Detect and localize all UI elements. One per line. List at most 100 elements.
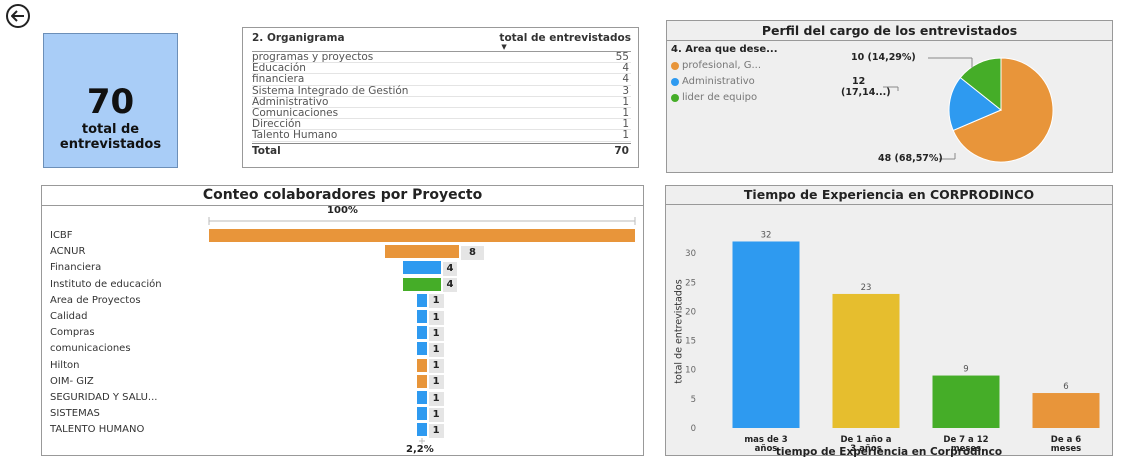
table-cell-name: Talento Humano xyxy=(252,129,338,142)
funnel-row-label: OIM- GIZ xyxy=(50,375,94,387)
bar[interactable] xyxy=(1032,393,1100,428)
pie-label-blue-1: 12 xyxy=(852,76,866,87)
table-cell-value: 4 xyxy=(622,62,629,75)
bar-data-label: 23 xyxy=(861,283,872,293)
bar-data-label: 6 xyxy=(1063,382,1068,392)
total-value: 70 xyxy=(614,144,629,157)
sort-desc-icon: ▼ xyxy=(501,43,507,51)
table-cell-value: 1 xyxy=(622,106,629,119)
funnel-bottom-percent: 2,2% xyxy=(406,444,434,455)
bar-data-label: 32 xyxy=(761,230,772,240)
funnel-bar[interactable] xyxy=(417,342,427,356)
funnel-value-label: 1 xyxy=(428,391,444,406)
funnel-bar[interactable] xyxy=(417,407,427,421)
table-row[interactable]: Talento Humano 1 xyxy=(252,129,631,142)
funnel-row-label: comunicaciones xyxy=(50,343,131,355)
table-cell-name: Sistema Integrado de Gestión xyxy=(252,84,409,97)
kpi-value: 70 xyxy=(86,82,135,122)
table-cell-value: 1 xyxy=(622,129,629,142)
kpi-label-line2: entrevistados xyxy=(59,137,162,152)
table-cell-name: programas y proyectos xyxy=(252,51,374,63)
y-tick-label: 5 xyxy=(691,395,696,405)
funnel-value-label: 1 xyxy=(428,294,444,309)
funnel-value-label: 1 xyxy=(428,342,444,357)
table-cell-value: 55 xyxy=(615,51,629,63)
funnel-value-label: 4 xyxy=(442,278,458,293)
funnel-row-label: Instituto de educación xyxy=(50,278,162,290)
funnel-bar[interactable] xyxy=(417,310,427,323)
funnel-row-label: TALENTO HUMANO xyxy=(50,424,145,436)
funnel-row-label: Hilton xyxy=(50,359,80,371)
total-label: Total xyxy=(252,144,281,157)
table-row[interactable]: financiera 4 xyxy=(252,73,631,86)
pie-panel: Perfil del cargo de los entrevistados 4.… xyxy=(666,20,1113,173)
bar-chart-panel: Tiempo de Experiencia en CORPRODINCO tot… xyxy=(665,185,1113,458)
pie-label-blue-2: (17,14...) xyxy=(841,87,891,98)
funnel-row-label: SEGURIDAD Y SALU... xyxy=(50,392,158,403)
chart-xlabel: tiempo de Experiencia en Corprodinco xyxy=(775,446,1003,458)
y-tick-label: 10 xyxy=(685,366,696,376)
funnel-value-label: 1 xyxy=(428,359,444,374)
kpi-label-line1: total de xyxy=(81,122,140,137)
bar-data-label: 9 xyxy=(963,365,968,375)
funnel-bar[interactable] xyxy=(417,374,427,388)
funnel-axis xyxy=(208,217,636,444)
column-header-total[interactable]: total de entrevistados ▼ xyxy=(499,32,631,51)
funnel-value-label: 1 xyxy=(428,407,444,422)
pie-label-orange: 48 (68,57%) xyxy=(878,153,943,164)
funnel-value-label: 8 xyxy=(461,245,484,260)
funnel-panel: Conteo colaboradores por Proyecto 100% I… xyxy=(41,185,644,456)
funnel-bar[interactable] xyxy=(417,423,427,437)
pie-label-green: 10 (14,29%) xyxy=(851,52,916,63)
bar[interactable] xyxy=(932,375,1000,428)
kpi-card: 70 total de entrevistados xyxy=(43,33,178,168)
column-header-organigrama[interactable]: 2. Organigrama xyxy=(252,32,345,48)
bar[interactable] xyxy=(732,241,800,428)
funnel-bar[interactable] xyxy=(417,293,427,307)
back-button[interactable] xyxy=(6,4,30,28)
funnel-bar[interactable] xyxy=(417,358,427,372)
table-cell-value: 4 xyxy=(622,73,629,86)
table-cell-value: 1 xyxy=(622,118,629,131)
bar[interactable] xyxy=(832,293,900,428)
table-row[interactable]: programas y proyectos 55 xyxy=(252,51,631,64)
funnel-row-label: ACNUR xyxy=(50,246,86,258)
y-tick-label: 25 xyxy=(685,278,696,288)
funnel-bar[interactable] xyxy=(403,277,441,291)
funnel-row-label: SISTEMAS xyxy=(50,408,100,420)
table-cell-name: Educación xyxy=(252,62,306,75)
table-cell-value: 3 xyxy=(622,84,629,97)
kpi-label: total de entrevistados xyxy=(44,122,177,152)
funnel-bar[interactable] xyxy=(417,391,427,404)
table-header: 2. Organigrama total de entrevistados ▼ xyxy=(252,32,631,52)
y-tick-label: 20 xyxy=(685,307,696,317)
table-row[interactable]: Comunicaciones 1 xyxy=(252,106,631,120)
table-cell-name: Administrativo xyxy=(252,95,329,108)
funnel-value-label: 1 xyxy=(428,326,444,341)
table-cell-value: 1 xyxy=(622,95,629,108)
funnel-bar[interactable] xyxy=(403,261,441,275)
funnel-value-label: 1 xyxy=(428,375,444,390)
table-body: programas y proyectos 55 Educación 4 financi… xyxy=(252,51,631,142)
funnel-row-label: Area de Proyectos xyxy=(50,294,141,306)
funnel-bar[interactable] xyxy=(417,326,427,340)
table-total-row: Total 70 xyxy=(252,142,631,157)
y-tick-label: 30 xyxy=(685,249,696,259)
table-cell-name: Dirección xyxy=(252,118,302,131)
table-row[interactable]: Educación 4 xyxy=(252,62,631,75)
table-cell-name: Comunicaciones xyxy=(252,106,339,119)
funnel-bar[interactable] xyxy=(384,245,460,259)
y-tick-label: 0 xyxy=(691,424,696,434)
funnel-row-label: Financiera xyxy=(50,262,102,274)
bar-chart: 05101520253032mas de 3años23De 1 año a3 … xyxy=(685,230,1100,454)
back-arrow-icon xyxy=(11,10,24,22)
funnel-value-label: 1 xyxy=(428,310,444,325)
funnel-value-label: 1 xyxy=(428,423,444,438)
column-header-total-label: total de entrevistados xyxy=(499,32,631,44)
org-table: 2. Organigrama total de entrevistados ▼ … xyxy=(242,27,639,168)
funnel-bar[interactable] xyxy=(209,229,635,242)
funnel-row-label: ICBF xyxy=(50,230,73,241)
funnel-row-label: Compras xyxy=(50,327,95,339)
funnel-row-label: Calidad xyxy=(50,311,88,322)
y-tick-label: 15 xyxy=(685,337,696,347)
